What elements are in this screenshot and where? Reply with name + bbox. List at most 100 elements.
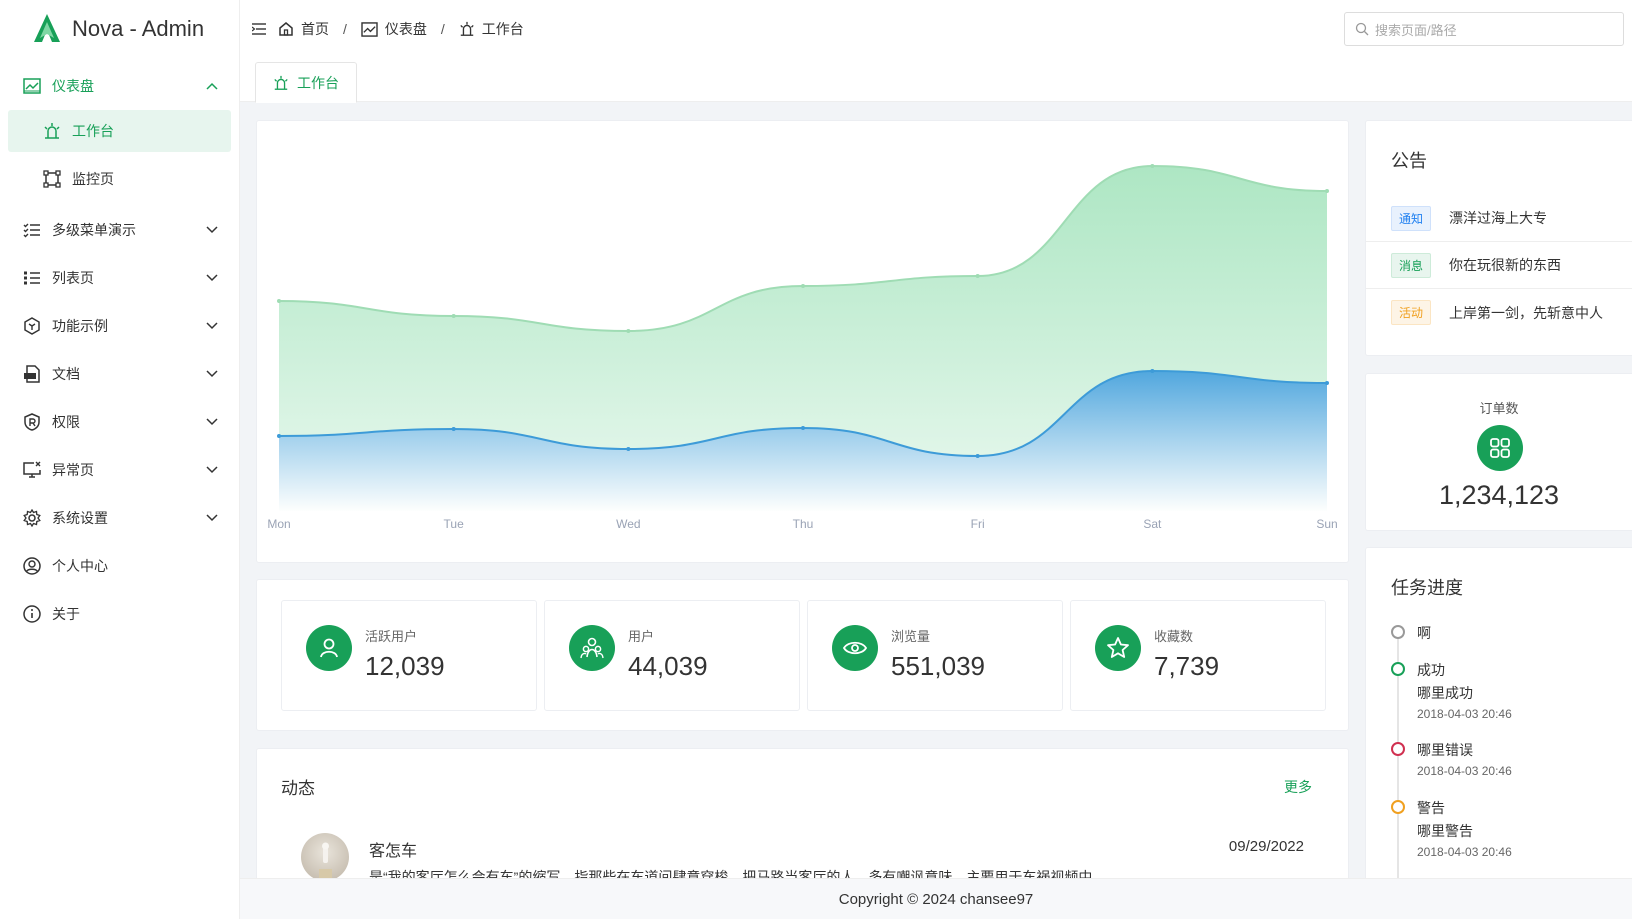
task-card: 任务进度 啊 成功 哪里成功 2018-04-03 20:46 哪里错误 201… [1365,547,1632,892]
menu-toggle-icon[interactable] [252,23,266,35]
header: 首页 / 仪表盘 / 工作台 搜索页面/路径 [240,0,1632,58]
document-icon [22,364,42,384]
breadcrumb-dashboard[interactable]: 仪表盘 [361,19,427,39]
x-tick-label: Sun [1316,517,1337,531]
sidebar-item-profile[interactable]: 个人中心 [0,542,239,590]
notice-text: 你在玩很新的东西 [1449,257,1562,273]
sidebar-item-label: 个人中心 [52,558,108,574]
data-point[interactable] [626,329,631,333]
breadcrumb-label: 工作台 [481,21,524,37]
chevron-down-icon [205,367,219,381]
data-point[interactable] [1150,369,1155,373]
chart-card: Mon Tue Wed Thu Fri Sat Sun [256,120,1349,563]
data-point[interactable] [1325,189,1329,193]
data-point[interactable] [975,274,980,278]
footer: Copyright © 2024 chansee97 [240,878,1632,919]
data-point[interactable] [1150,164,1155,168]
breadcrumb-workbench[interactable]: 工作台 [459,19,524,39]
x-tick-label: Mon [267,517,290,531]
notice-item[interactable]: 消息 你在玩很新的东西 [1366,242,1632,289]
timeline-line [1397,638,1399,891]
chevron-up-icon [205,79,219,93]
stat-users: 用户 44,039 [544,600,800,711]
notice-item[interactable]: 通知 漂洋过海上大专 [1366,195,1632,242]
search-input[interactable]: 搜索页面/路径 [1344,12,1624,46]
stat-label: 活跃用户 [365,629,418,644]
data-point[interactable] [626,447,631,451]
workbench-icon [274,75,288,90]
search-icon [1355,22,1369,36]
data-point[interactable] [801,284,805,288]
timeline-time: 2018-04-03 20:46 [1417,707,1512,721]
stat-views: 浏览量 551,039 [807,600,1063,711]
sidebar-item-list[interactable]: 列表页 [0,254,239,302]
logo[interactable]: Nova - Admin [0,0,239,58]
data-point[interactable] [1325,381,1329,385]
sidebar-item-features[interactable]: 功能示例 [0,302,239,350]
stat-favorites: 收藏数 7,739 [1070,600,1326,711]
timeline-title: 成功 [1417,662,1445,678]
stat-active-users: 活跃用户 12,039 [281,600,537,711]
tab-bar: 工作台 [240,58,1632,103]
news-more-link[interactable]: 更多 [1284,777,1312,797]
logo-icon [34,14,60,42]
home-icon [279,22,293,36]
dashboard-icon [361,21,378,37]
chevron-down-icon [205,463,219,477]
data-point[interactable] [801,426,805,430]
hexagon-icon [22,316,42,336]
notice-item[interactable]: 活动 上岸第一剑，先斩意中人 [1366,289,1632,336]
notice-tag: 活动 [1391,300,1432,325]
sidebar-item-error-pages[interactable]: 异常页 [0,446,239,494]
gear-icon [22,508,42,528]
notice-tag: 通知 [1391,205,1432,231]
order-value: 1,234,123 [1438,480,1560,510]
list-icon [22,268,42,288]
data-point[interactable] [451,427,456,431]
sidebar-item-settings[interactable]: 系统设置 [0,494,239,542]
sidebar-item-label: 监控页 [72,171,114,187]
sidebar-item-permission[interactable]: 权限 [0,398,239,446]
area-chart: Mon Tue Wed Thu Fri Sat Sun [267,164,1338,531]
order-label: 订单数 [1479,401,1519,416]
timeline-content: 哪里成功 [1417,685,1473,701]
order-card: 订单数 1,234,123 [1365,373,1632,531]
data-point[interactable] [451,314,456,318]
x-tick-label: Sat [1143,517,1162,531]
stat-value: 44,039 [628,651,708,681]
notice-tag: 消息 [1391,252,1432,278]
timeline-title: 哪里错误 [1417,742,1473,758]
stat-value: 7,739 [1154,651,1220,681]
data-point[interactable] [975,454,980,458]
sidebar-item-label: 仪表盘 [52,78,94,94]
data-point[interactable] [277,299,281,303]
sidebar-item-about[interactable]: 关于 [0,590,239,638]
sidebar-item-label: 异常页 [52,462,94,478]
stat-label: 用户 [628,629,655,644]
tab-workbench[interactable]: 工作台 [255,62,357,103]
breadcrumb-home[interactable]: 首页 [278,19,329,39]
x-tick-label: Wed [616,517,640,531]
workbench-icon [42,121,62,141]
sidebar-item-dashboard[interactable]: 仪表盘 [0,62,239,110]
sidebar-item-docs[interactable]: 文档 [0,350,239,398]
search-placeholder: 搜索页面/路径 [1375,22,1457,38]
stats-card: 活跃用户 12,039 用户 44,039 浏览量 551,039 收藏数 7,… [256,579,1349,731]
chevron-down-icon [205,319,219,333]
user-icon [306,625,352,671]
sidebar-item-workbench[interactable]: 工作台 [8,110,231,152]
stat-value: 12,039 [365,651,445,681]
sidebar-item-multilevel[interactable]: 多级菜单演示 [0,206,239,254]
stat-label: 收藏数 [1154,629,1194,644]
notice-title: 公告 [1391,151,1427,171]
eye-icon [832,625,878,671]
star-icon [1095,625,1141,671]
chevron-down-icon [205,511,219,525]
breadcrumb-label: 仪表盘 [384,21,427,37]
info-icon [22,604,42,624]
stat-label: 浏览量 [891,629,931,644]
sidebar-item-monitor[interactable]: 监控页 [8,158,231,200]
data-point[interactable] [277,434,281,438]
timeline-content: 哪里警告 [1417,823,1473,839]
timeline-title: 啊 [1417,625,1431,641]
